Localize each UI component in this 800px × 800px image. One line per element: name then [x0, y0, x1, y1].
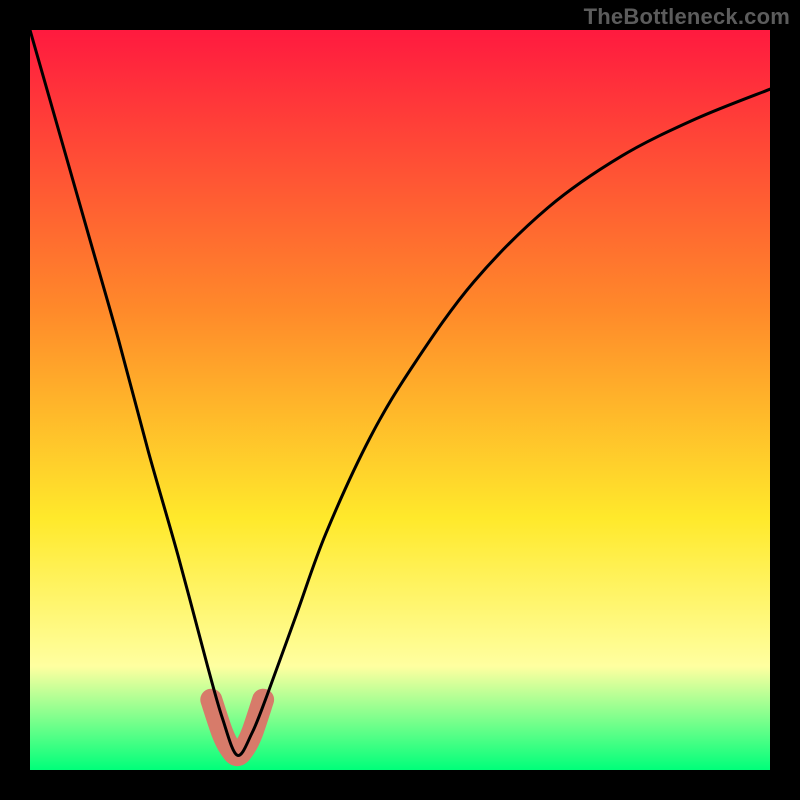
watermark-text: TheBottleneck.com	[584, 4, 790, 30]
plot-svg	[30, 30, 770, 770]
plot-area	[30, 30, 770, 770]
gradient-background	[30, 30, 770, 770]
chart-frame: TheBottleneck.com	[0, 0, 800, 800]
